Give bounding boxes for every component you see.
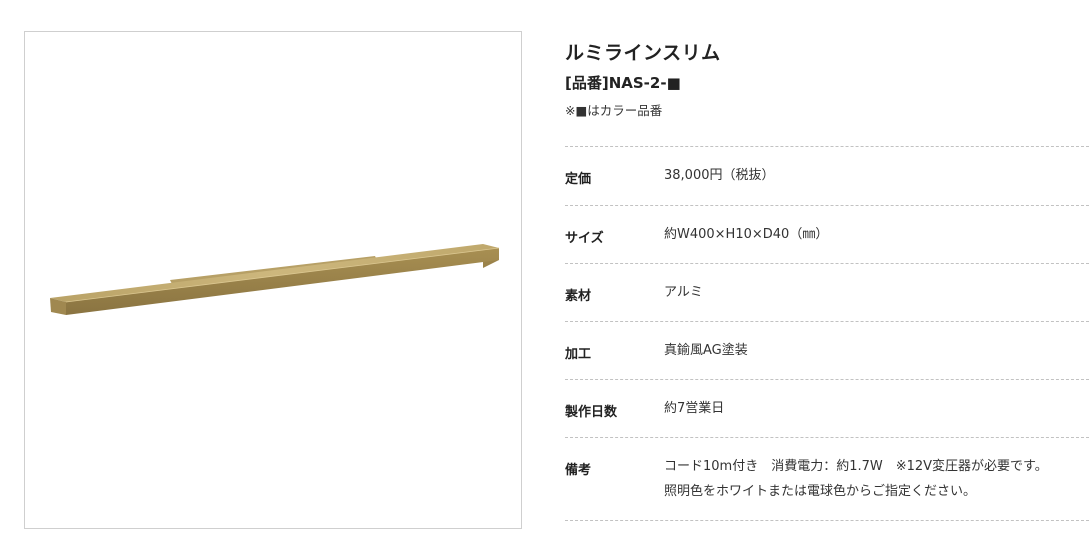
- product-title: ルミラインスリム: [565, 42, 721, 64]
- spec-value: 真鍮風AG塗装: [664, 343, 748, 358]
- spec-table: 定価 38,000円（税抜） サイズ 約W400×H10×D40（㎜） 素材 ア…: [565, 146, 1089, 521]
- spec-label: 製作日数: [565, 405, 618, 420]
- spec-row-lead-time: 製作日数 約7営業日: [565, 379, 1089, 437]
- spec-value: アルミ: [664, 285, 703, 300]
- spec-row-size: サイズ 約W400×H10×D40（㎜）: [565, 205, 1089, 263]
- part-number: [品番]NAS-2-■: [565, 74, 681, 92]
- spec-label: 備考: [565, 463, 592, 478]
- spec-row-remarks: 備考 コード10m付き 消費電力：約1.7W ※12V変圧器が必要です。 照明色…: [565, 437, 1089, 521]
- spec-row-finish: 加工 真鍮風AG塗装: [565, 321, 1089, 379]
- spec-row-material: 素材 アルミ: [565, 263, 1089, 321]
- spec-label: 素材: [565, 289, 592, 304]
- spec-label: サイズ: [565, 231, 604, 246]
- spec-value: 約W400×H10×D40（㎜）: [664, 227, 829, 242]
- color-note: ※■はカラー品番: [565, 103, 663, 118]
- spec-value: 38,000円（税抜）: [664, 168, 775, 183]
- brass-light-bar-illustration: [50, 244, 500, 315]
- spec-value: 約7営業日: [664, 401, 725, 416]
- spec-label: 加工: [565, 347, 592, 362]
- spec-value-line2: 照明色をホワイトまたは電球色からご指定ください。: [664, 484, 977, 499]
- spec-row-price: 定価 38,000円（税抜）: [565, 146, 1089, 205]
- product-image: [24, 31, 522, 529]
- spec-label: 定価: [565, 172, 592, 187]
- spec-value: コード10m付き 消費電力：約1.7W ※12V変圧器が必要です。: [664, 459, 1048, 474]
